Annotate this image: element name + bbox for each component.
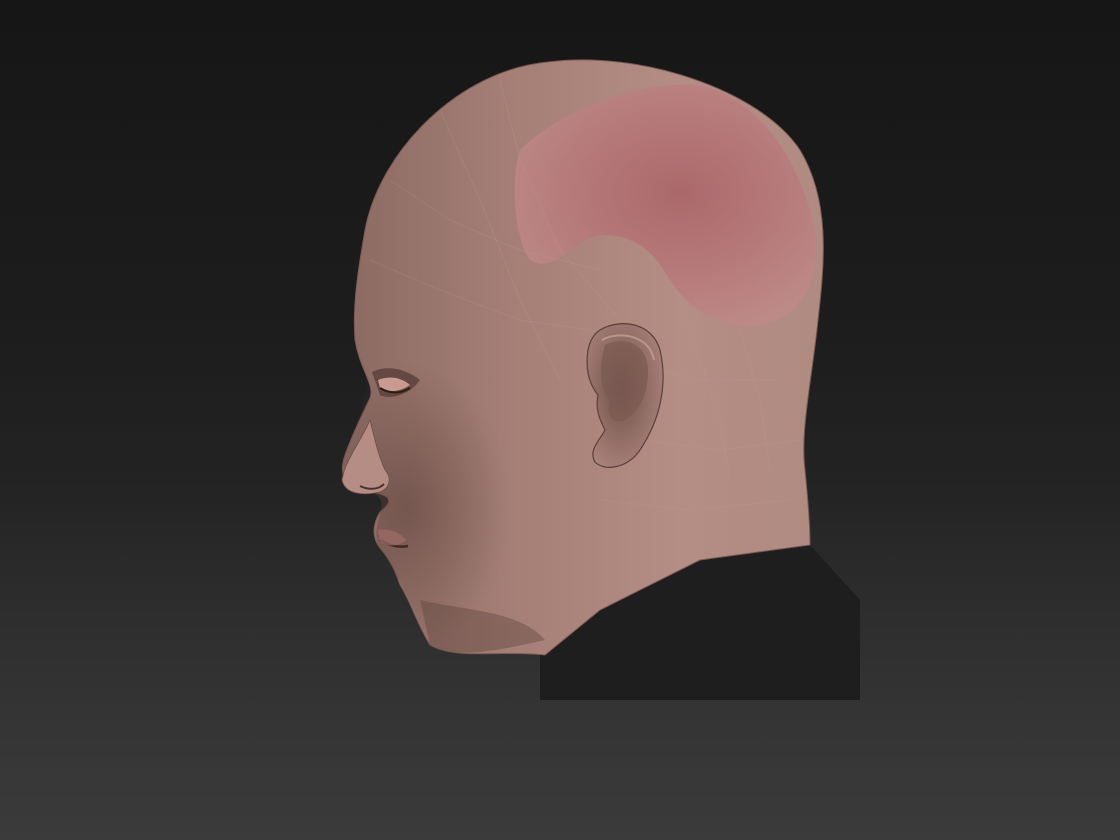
3d-viewport[interactable] bbox=[0, 0, 1120, 840]
head-sculpt-model[interactable] bbox=[0, 0, 1120, 840]
